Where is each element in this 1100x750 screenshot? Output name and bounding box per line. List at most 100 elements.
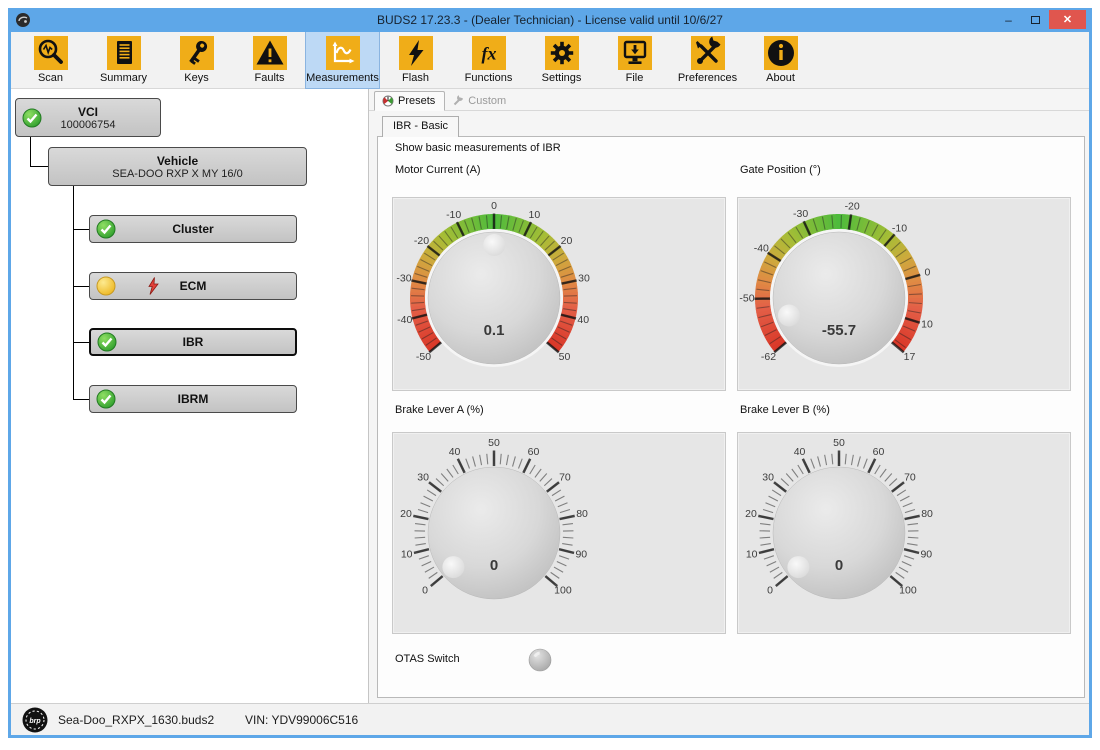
svg-text:-30: -30 <box>396 273 411 285</box>
tree-node-ibrm[interactable]: IBRM <box>89 385 297 413</box>
tree-connector <box>73 342 89 343</box>
tree-connector <box>73 229 89 230</box>
toolbar-label: Functions <box>465 72 513 84</box>
toolbar-button-preferences[interactable]: Preferences <box>671 32 744 88</box>
tree-connector <box>73 186 74 399</box>
svg-text:20: 20 <box>561 235 573 247</box>
info-icon <box>764 36 798 70</box>
brp-logo: brp <box>22 707 48 733</box>
key-icon <box>180 36 214 70</box>
toolbar-button-settings[interactable]: Settings <box>525 32 598 88</box>
measurements-panel: Presets Custom IBR - Basic Show basic me… <box>369 89 1089 703</box>
scan-icon <box>34 36 68 70</box>
gauge-title-gate-position: Gate Position (°) <box>740 164 821 176</box>
gauge-gate-position: -62-50-40-30-20-1001017-55.7 <box>737 197 1071 391</box>
tab-presets[interactable]: Presets <box>374 91 445 111</box>
gauge-title-motor-current: Motor Current (A) <box>395 164 481 176</box>
toolbar-button-faults[interactable]: Faults <box>233 32 306 88</box>
svg-text:10: 10 <box>921 319 933 331</box>
monitor-download-icon <box>618 36 652 70</box>
toolbar-label: Settings <box>542 72 582 84</box>
preset-content-panel: IBR - Basic Show basic measurements of I… <box>377 136 1085 698</box>
svg-text:0: 0 <box>490 557 498 574</box>
svg-text:0: 0 <box>835 557 843 574</box>
svg-text:-30: -30 <box>793 208 808 220</box>
gate-position-dial: -62-50-40-30-20-1001017-55.7 <box>738 198 1070 390</box>
tree-node-vehicle[interactable]: Vehicle SEA-DOO RXP X MY 16/0 <box>48 147 307 186</box>
gauge-brake-lever-a: 01020304050607080901000 <box>392 432 726 634</box>
svg-text:80: 80 <box>921 508 933 520</box>
toolbar-label: Scan <box>38 72 63 84</box>
svg-text:-40: -40 <box>397 314 412 326</box>
window-title: BUDS2 17.23.3 - (Dealer Technician) - Li… <box>11 13 1089 27</box>
gauge-brake-lever-b: 01020304050607080901000 <box>737 432 1071 634</box>
toolbar-button-about[interactable]: About <box>744 32 817 88</box>
svg-text:brp: brp <box>29 718 41 725</box>
measurements-chart-icon <box>326 36 360 70</box>
toolbar-button-keys[interactable]: Keys <box>160 32 233 88</box>
tree-node-vci[interactable]: VCI 100006754 <box>15 98 161 137</box>
svg-text:-55.7: -55.7 <box>822 322 856 339</box>
motor-current-dial: -50-40-30-20-10010203040500.1 <box>393 198 725 390</box>
status-warning-icon <box>96 276 116 296</box>
close-button[interactable]: ✕ <box>1049 10 1086 29</box>
svg-text:50: 50 <box>559 351 571 363</box>
tab-label: Custom <box>468 95 506 107</box>
toolbar-label: Measurements <box>306 72 379 84</box>
toolbar-button-measurements[interactable]: Measurements <box>306 32 379 88</box>
svg-text:0.1: 0.1 <box>484 322 505 339</box>
fault-lightning-icon <box>146 277 160 296</box>
svg-text:100: 100 <box>899 585 917 597</box>
svg-text:30: 30 <box>762 471 774 483</box>
tree-connector <box>73 399 89 400</box>
svg-text:40: 40 <box>449 446 461 458</box>
svg-text:20: 20 <box>745 508 757 520</box>
gauge-title-brake-lever-b: Brake Lever B (%) <box>740 404 830 416</box>
minimize-button[interactable]: – <box>995 10 1022 29</box>
svg-text:60: 60 <box>873 446 885 458</box>
svg-text:-20: -20 <box>414 235 429 247</box>
node-title: Vehicle <box>157 154 198 168</box>
svg-text:80: 80 <box>576 508 588 520</box>
svg-text:-10: -10 <box>446 209 461 221</box>
svg-text:70: 70 <box>559 471 571 483</box>
maximize-button[interactable] <box>1022 10 1049 29</box>
svg-text:-10: -10 <box>892 222 907 234</box>
svg-text:17: 17 <box>904 351 916 363</box>
svg-text:100: 100 <box>554 585 572 597</box>
tab-custom[interactable]: Custom <box>445 92 515 110</box>
svg-text:50: 50 <box>488 437 500 449</box>
session-filename: Sea-Doo_RXPX_1630.buds2 <box>58 713 214 727</box>
toolbar-button-scan[interactable]: Scan <box>14 32 87 88</box>
presets-gauge-icon <box>382 95 394 107</box>
tree-connector <box>30 166 48 167</box>
otas-switch-led <box>528 648 552 672</box>
svg-text:30: 30 <box>578 273 590 285</box>
node-title: Cluster <box>172 222 213 236</box>
subtab-ibr-basic[interactable]: IBR - Basic <box>382 116 459 137</box>
custom-wrench-icon <box>452 95 464 107</box>
toolbar-button-summary[interactable]: Summary <box>87 32 160 88</box>
svg-text:0: 0 <box>491 200 497 212</box>
tree-node-cluster[interactable]: Cluster <box>89 215 297 243</box>
toolbar-label: Summary <box>100 72 147 84</box>
status-ok-icon <box>96 389 116 409</box>
lightning-icon <box>399 36 433 70</box>
svg-text:90: 90 <box>575 549 587 561</box>
toolbar-label: Flash <box>402 72 429 84</box>
svg-text:0: 0 <box>767 585 773 597</box>
tree-node-ecm[interactable]: ECM <box>89 272 297 300</box>
node-title: IBRM <box>178 392 209 406</box>
toolbar-button-functions[interactable]: fx Functions <box>452 32 525 88</box>
svg-text:-50: -50 <box>739 293 754 305</box>
svg-text:50: 50 <box>833 437 845 449</box>
toolbar-button-flash[interactable]: Flash <box>379 32 452 88</box>
toolbar-button-file[interactable]: File <box>598 32 671 88</box>
svg-text:30: 30 <box>417 471 429 483</box>
tree-node-ibr[interactable]: IBR <box>89 328 297 356</box>
gear-icon <box>545 36 579 70</box>
svg-text:10: 10 <box>746 549 758 561</box>
toolbar: Scan Summary Keys Faults <box>11 32 1089 89</box>
svg-text:-50: -50 <box>416 351 431 363</box>
toolbar-label: Preferences <box>678 72 737 84</box>
